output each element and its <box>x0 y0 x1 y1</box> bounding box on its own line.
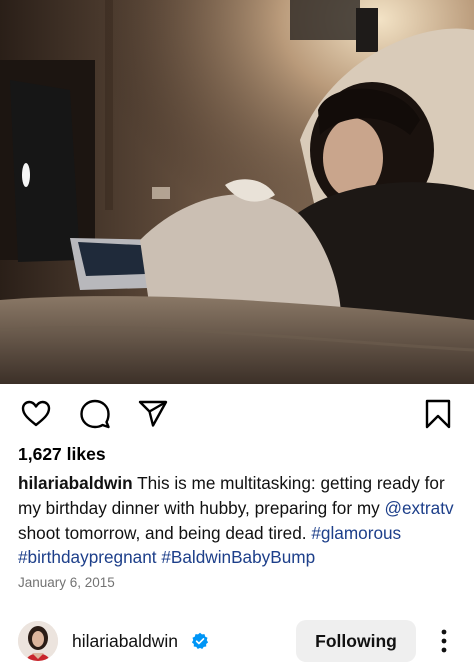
heart-icon[interactable] <box>20 398 52 430</box>
mention-link[interactable]: @extratv <box>385 498 454 518</box>
photo-scene <box>0 0 474 384</box>
bookmark-icon[interactable] <box>422 398 454 430</box>
hashtag-link[interactable]: #birthdaypregnant <box>18 547 157 567</box>
hashtag-link[interactable]: #BaldwinBabyBump <box>161 547 315 567</box>
avatar[interactable] <box>18 621 58 661</box>
caption-username[interactable]: hilariabaldwin <box>18 473 133 493</box>
caption: hilariabaldwin This is me multitasking: … <box>18 471 458 570</box>
verified-badge-icon <box>191 632 209 650</box>
share-icon[interactable] <box>137 398 169 430</box>
like-count[interactable]: 1,627 likes <box>18 444 106 465</box>
caption-text-2: shoot tomorrow, and being dead tired. <box>18 522 312 543</box>
action-bar <box>0 384 474 442</box>
following-button[interactable]: Following <box>296 620 416 662</box>
avatar-image <box>18 621 58 661</box>
comment-icon[interactable] <box>79 398 111 430</box>
author-row: hilariabaldwin Following <box>0 615 474 667</box>
author-username[interactable]: hilariabaldwin <box>72 631 178 652</box>
post-date: January 6, 2015 <box>18 575 115 590</box>
hashtag-link[interactable]: #glamorous <box>311 523 401 543</box>
more-options-icon[interactable] <box>434 625 454 657</box>
post-image[interactable] <box>0 0 474 384</box>
